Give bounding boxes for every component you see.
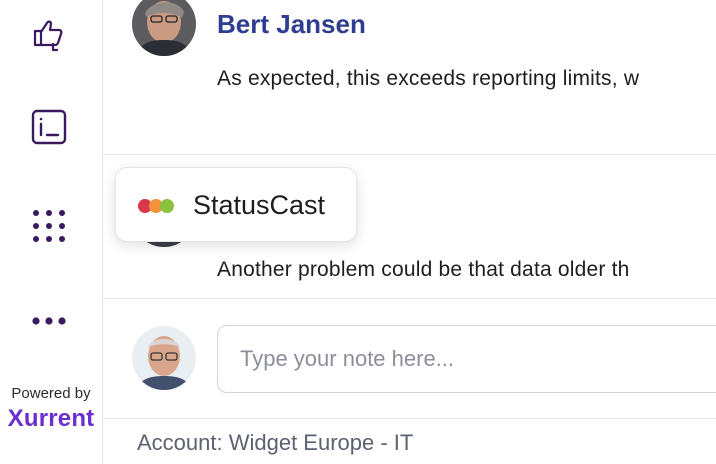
statuscast-popup[interactable]: StatusCast [115,167,357,242]
note-text: As expected, this exceeds reporting limi… [217,67,640,90]
note-item: Bert Jansen As expected, this exceeds re… [103,0,716,154]
avatar[interactable] [132,0,196,56]
terminal-icon[interactable] [26,104,72,150]
divider [103,298,716,299]
more-icon[interactable] [26,298,72,344]
note-input[interactable] [217,325,716,393]
grid-dots-icon[interactable] [26,203,72,249]
thumbs-up-icon[interactable] [26,10,72,56]
account-label: Account: Widget Europe - IT [137,430,414,455]
divider [103,418,716,419]
note-text: Another problem could be that data older… [217,258,630,281]
popup-label: StatusCast [193,190,326,220]
statuscast-logo-icon [138,199,174,213]
powered-by-label: Powered by [11,385,91,402]
current-user-avatar [132,326,196,390]
left-rail: Powered by Xurrent [0,0,103,464]
note-author[interactable]: Bert Jansen [217,9,366,40]
brand-logo[interactable]: Xurrent [0,405,102,433]
